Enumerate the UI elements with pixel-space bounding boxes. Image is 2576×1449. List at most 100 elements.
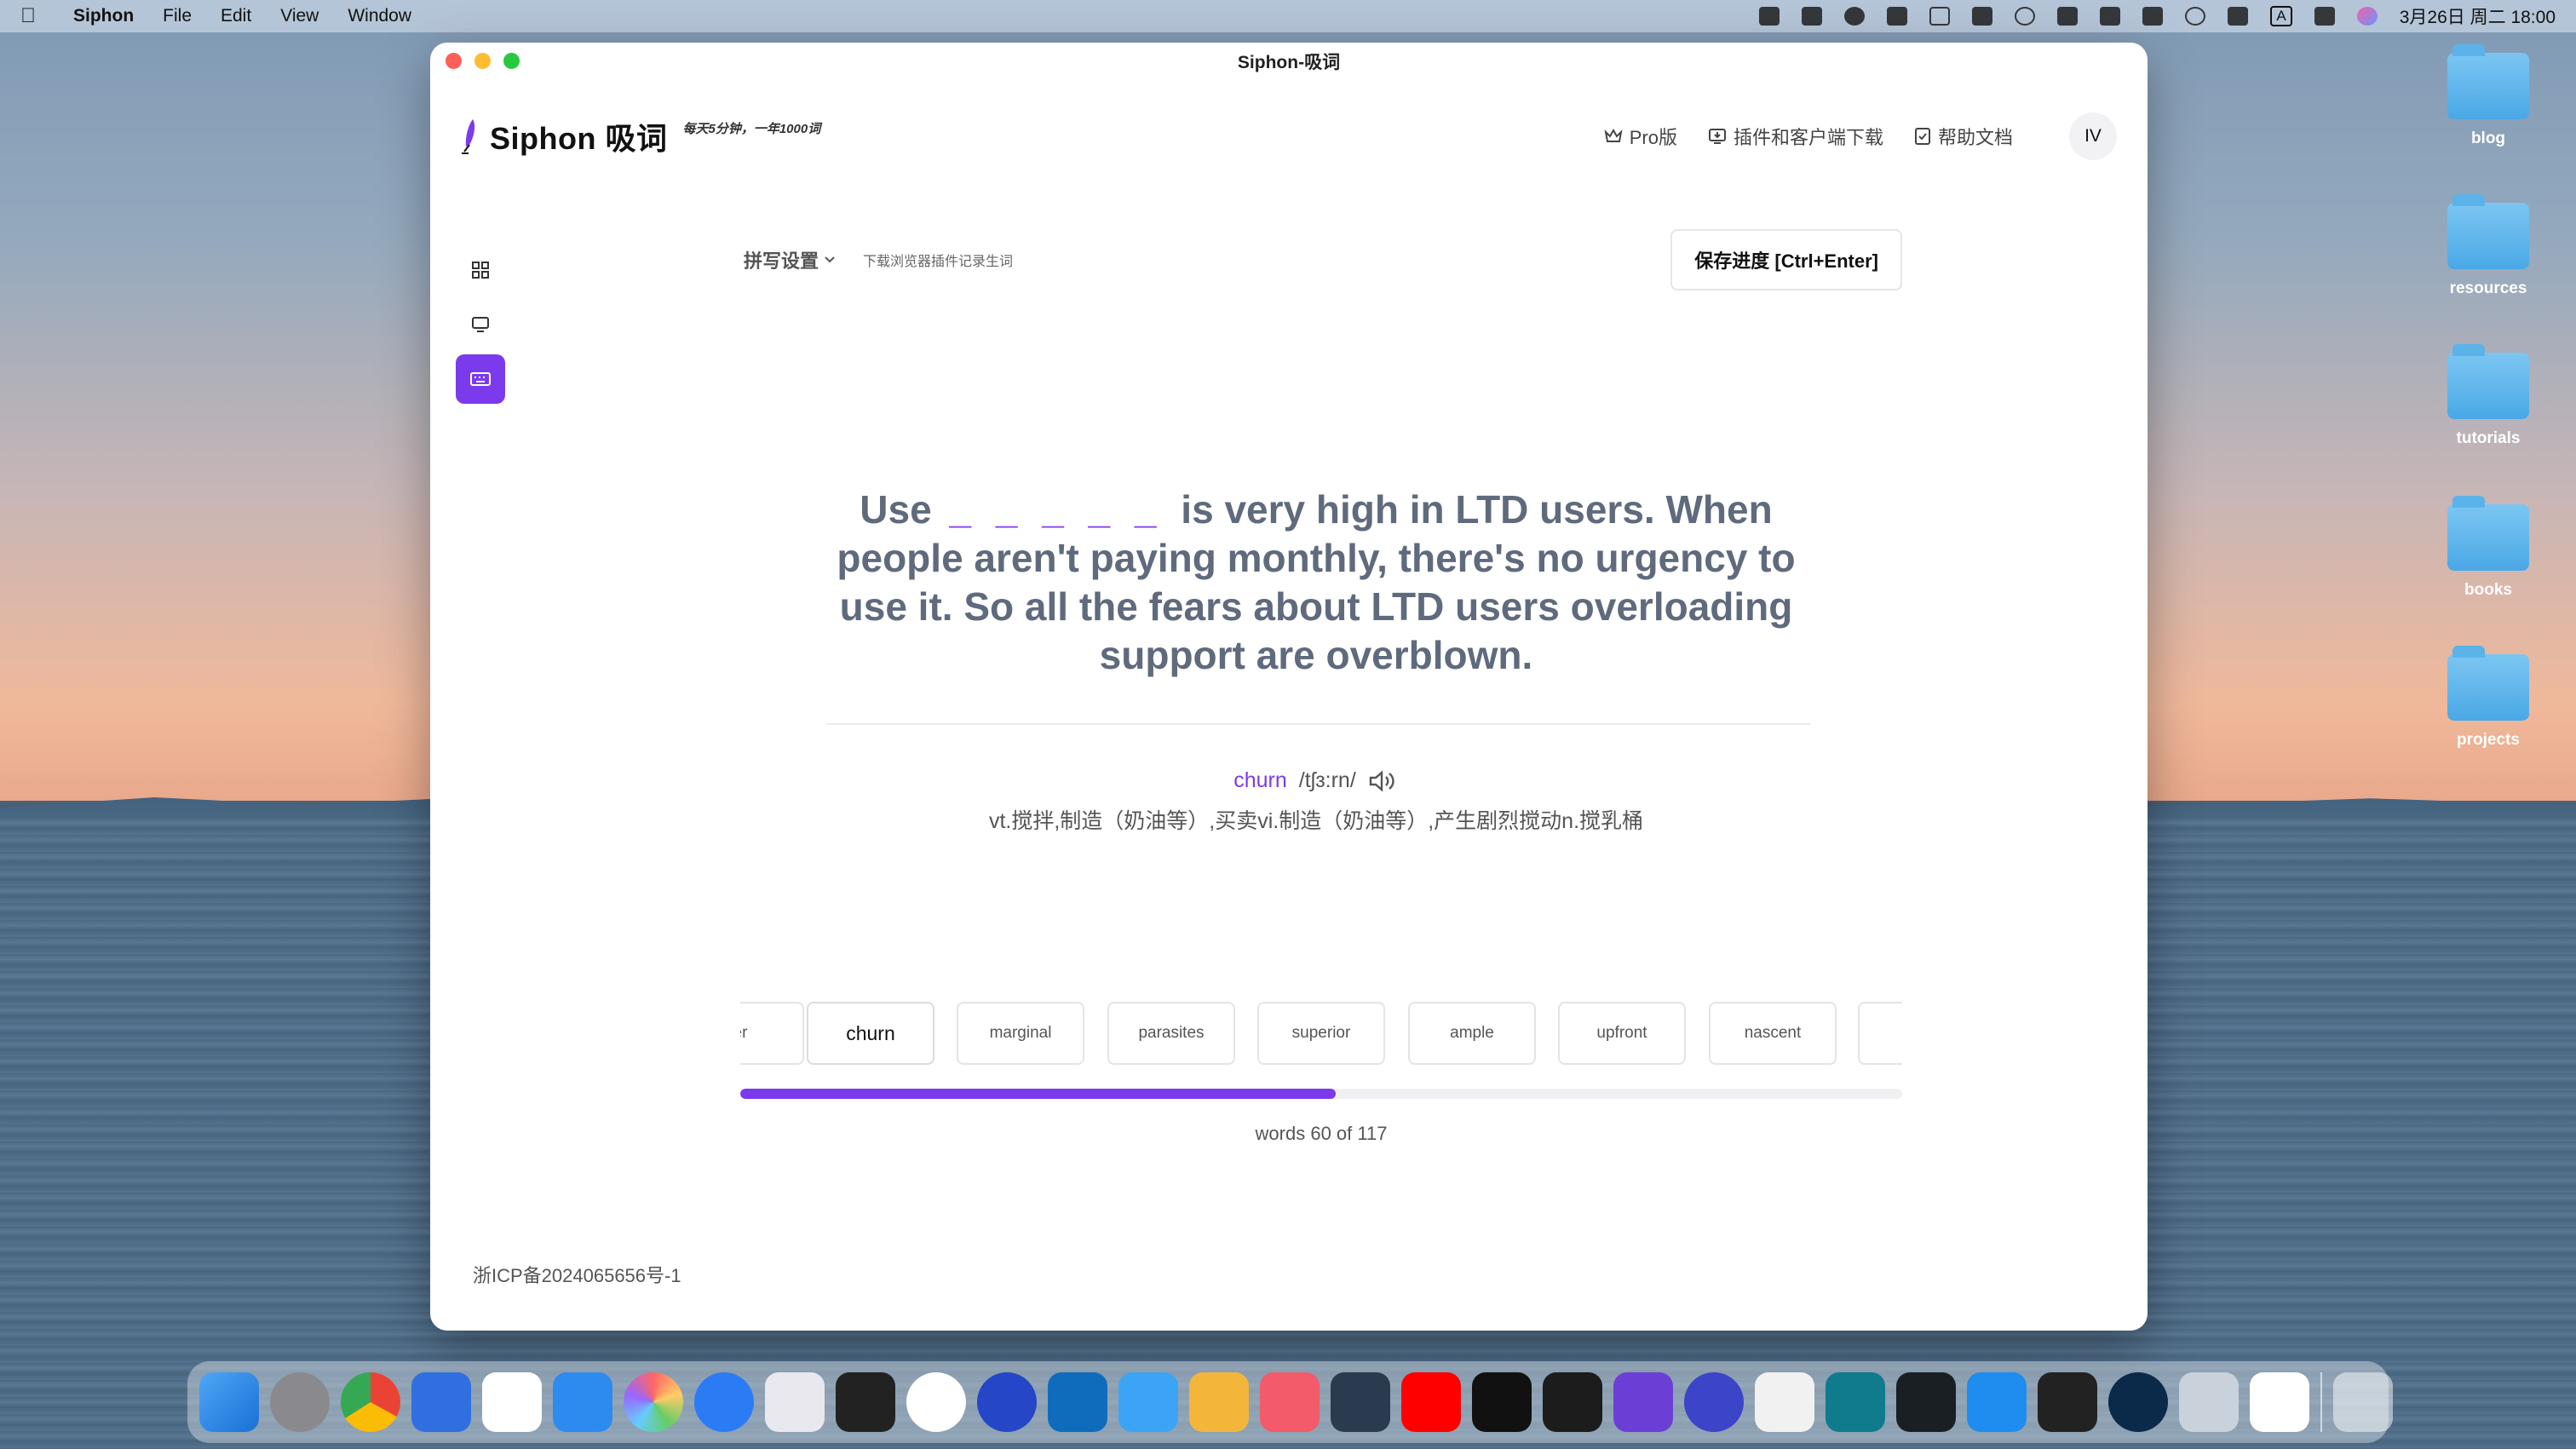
- outlook-icon[interactable]: [1048, 1372, 1107, 1432]
- status-cat-icon[interactable]: [1802, 7, 1823, 26]
- word-chip-active[interactable]: churn: [807, 1002, 934, 1065]
- app-icon[interactable]: [1967, 1372, 2027, 1432]
- status-weather-icon[interactable]: [1844, 7, 1866, 26]
- nav-download[interactable]: 插件和客户端下载: [1708, 123, 1883, 150]
- desktop-folder-blog[interactable]: blog: [2441, 44, 2535, 148]
- nav-pro[interactable]: Pro版: [1604, 123, 1677, 150]
- chevron-down-icon: [825, 256, 835, 263]
- close-window-button[interactable]: [446, 53, 462, 69]
- menu-edit[interactable]: Edit: [221, 6, 251, 26]
- activity-monitor-icon[interactable]: [1896, 1372, 1956, 1432]
- app-icon[interactable]: [765, 1372, 825, 1432]
- icp-footer[interactable]: 浙ICP备2024065656号-1: [473, 1261, 681, 1288]
- input-method-indicator[interactable]: A: [2270, 6, 2292, 26]
- app-icon[interactable]: [2179, 1372, 2239, 1432]
- desktop-folder-resources[interactable]: resources: [2441, 194, 2535, 298]
- menu-file[interactable]: File: [163, 6, 192, 26]
- desktop-folder-label: blog: [2470, 129, 2506, 147]
- save-progress-button[interactable]: 保存进度 [Ctrl+Enter]: [1670, 229, 1902, 290]
- app-header: Siphon 吸词 每天5分钟，一年1000词 Pro版 插件和客户端下载 帮助…: [461, 102, 2117, 170]
- word-chip[interactable]: er: [740, 1002, 804, 1065]
- photos-icon[interactable]: [624, 1372, 683, 1432]
- siphon-dock-icon[interactable]: [2250, 1372, 2309, 1432]
- menubar-clock[interactable]: 3月26日 周二 18:00: [2400, 3, 2556, 29]
- minimize-window-button[interactable]: [474, 53, 491, 69]
- practice-controls: 拼写设置 下载浏览器插件记录生词 保存进度 [Ctrl+Enter]: [744, 229, 1902, 290]
- terminal-icon[interactable]: [1543, 1372, 1602, 1432]
- apple-icon[interactable]: : [20, 6, 39, 26]
- chrome-icon[interactable]: [341, 1372, 400, 1432]
- word-chip[interactable]: t: [1858, 1002, 1902, 1065]
- camera-icon[interactable]: [2228, 7, 2249, 26]
- window-titlebar[interactable]: Siphon-吸词: [430, 43, 2148, 80]
- app-icon[interactable]: [906, 1372, 966, 1432]
- brand-name[interactable]: Siphon 吸词: [490, 114, 667, 158]
- app-icon[interactable]: [2108, 1372, 2168, 1432]
- word-blank-input[interactable]: _ _ _ _ _: [949, 487, 1163, 532]
- sidebar-item-display[interactable]: [456, 300, 505, 349]
- nav-download-label: 插件和客户端下载: [1733, 127, 1883, 148]
- zoom-window-button[interactable]: [503, 53, 520, 69]
- trash-icon[interactable]: [2333, 1372, 2393, 1432]
- status-glasses-icon[interactable]: [1929, 7, 1951, 26]
- audio-app-icon[interactable]: [977, 1372, 1037, 1432]
- desktop-folder-books[interactable]: books: [2441, 496, 2535, 600]
- desktop-folder-label: projects: [2457, 731, 2520, 749]
- youtube-icon[interactable]: [1401, 1372, 1461, 1432]
- feather-logo-icon[interactable]: [461, 118, 478, 155]
- current-word-phonetic: /tʃɜ:rn/: [1298, 768, 1356, 792]
- progress-label: words 60 of 117: [1255, 1123, 1388, 1144]
- app-icon[interactable]: [836, 1372, 895, 1432]
- desktop-folder-projects[interactable]: projects: [2441, 646, 2535, 750]
- app-window: Siphon-吸词 Siphon 吸词 每天5分钟，一年1000词 Pro版 插…: [430, 43, 2148, 1331]
- play-icon[interactable]: [2015, 7, 2036, 26]
- volume-icon[interactable]: [1972, 7, 1993, 26]
- finder-icon[interactable]: [199, 1372, 259, 1432]
- word-chip[interactable]: superior: [1257, 1002, 1385, 1065]
- app-icon[interactable]: [1826, 1372, 1885, 1432]
- desktop-folder-tutorials[interactable]: tutorials: [2441, 344, 2535, 448]
- word-chip[interactable]: ample: [1408, 1002, 1536, 1065]
- word-chip[interactable]: parasites: [1107, 1002, 1235, 1065]
- slack-icon[interactable]: [482, 1372, 542, 1432]
- spell-setting-dropdown[interactable]: 拼写设置: [744, 246, 836, 273]
- grid-icon: [472, 262, 489, 279]
- control-center-icon[interactable]: [2314, 7, 2335, 26]
- wifi-icon[interactable]: [2142, 7, 2164, 26]
- word-chip[interactable]: upfront: [1558, 1002, 1686, 1065]
- word-chip[interactable]: nascent: [1709, 1002, 1837, 1065]
- browser-extension-link[interactable]: 下载浏览器插件记录生词: [863, 250, 1013, 270]
- telegram-icon[interactable]: [1331, 1372, 1390, 1432]
- menu-app-name[interactable]: Siphon: [73, 6, 134, 26]
- nav-help-docs[interactable]: 帮助文档: [1914, 123, 2013, 150]
- user-avatar[interactable]: IV: [2069, 112, 2117, 160]
- app-icon[interactable]: [1118, 1372, 1178, 1432]
- wechat-icon[interactable]: [1755, 1372, 1814, 1432]
- recorder-icon[interactable]: [2038, 1372, 2097, 1432]
- status-app-icon[interactable]: [1759, 7, 1780, 26]
- search-icon[interactable]: [2185, 7, 2206, 26]
- app-icon[interactable]: [1260, 1372, 1320, 1432]
- bluetooth-icon[interactable]: [2057, 7, 2079, 26]
- obsidian-icon[interactable]: [1613, 1372, 1673, 1432]
- settings-icon[interactable]: [270, 1372, 330, 1432]
- menu-view[interactable]: View: [280, 6, 319, 26]
- menu-window[interactable]: Window: [348, 6, 411, 26]
- app-icon[interactable]: [1684, 1372, 1744, 1432]
- speaker-icon[interactable]: [1368, 769, 1399, 793]
- window-title: Siphon-吸词: [1237, 53, 1341, 72]
- bookmark-icon[interactable]: [553, 1372, 612, 1432]
- app-icon[interactable]: [411, 1372, 471, 1432]
- folder-icon: [2447, 344, 2529, 419]
- siri-icon[interactable]: [2356, 7, 2378, 26]
- menubar-status-area: A 3月26日 周二 18:00: [1759, 3, 2556, 29]
- sidebar-item-cards[interactable]: [456, 245, 505, 295]
- status-rocket-icon[interactable]: [1887, 7, 1908, 26]
- battery-icon[interactable]: [2100, 7, 2121, 26]
- lightning-icon[interactable]: [694, 1372, 754, 1432]
- desktop-folder-label: tutorials: [2456, 429, 2521, 447]
- app-icon[interactable]: [1189, 1372, 1249, 1432]
- sidebar-item-spelling[interactable]: [456, 354, 505, 404]
- word-chip[interactable]: marginal: [957, 1002, 1084, 1065]
- app-icon[interactable]: [1472, 1372, 1532, 1432]
